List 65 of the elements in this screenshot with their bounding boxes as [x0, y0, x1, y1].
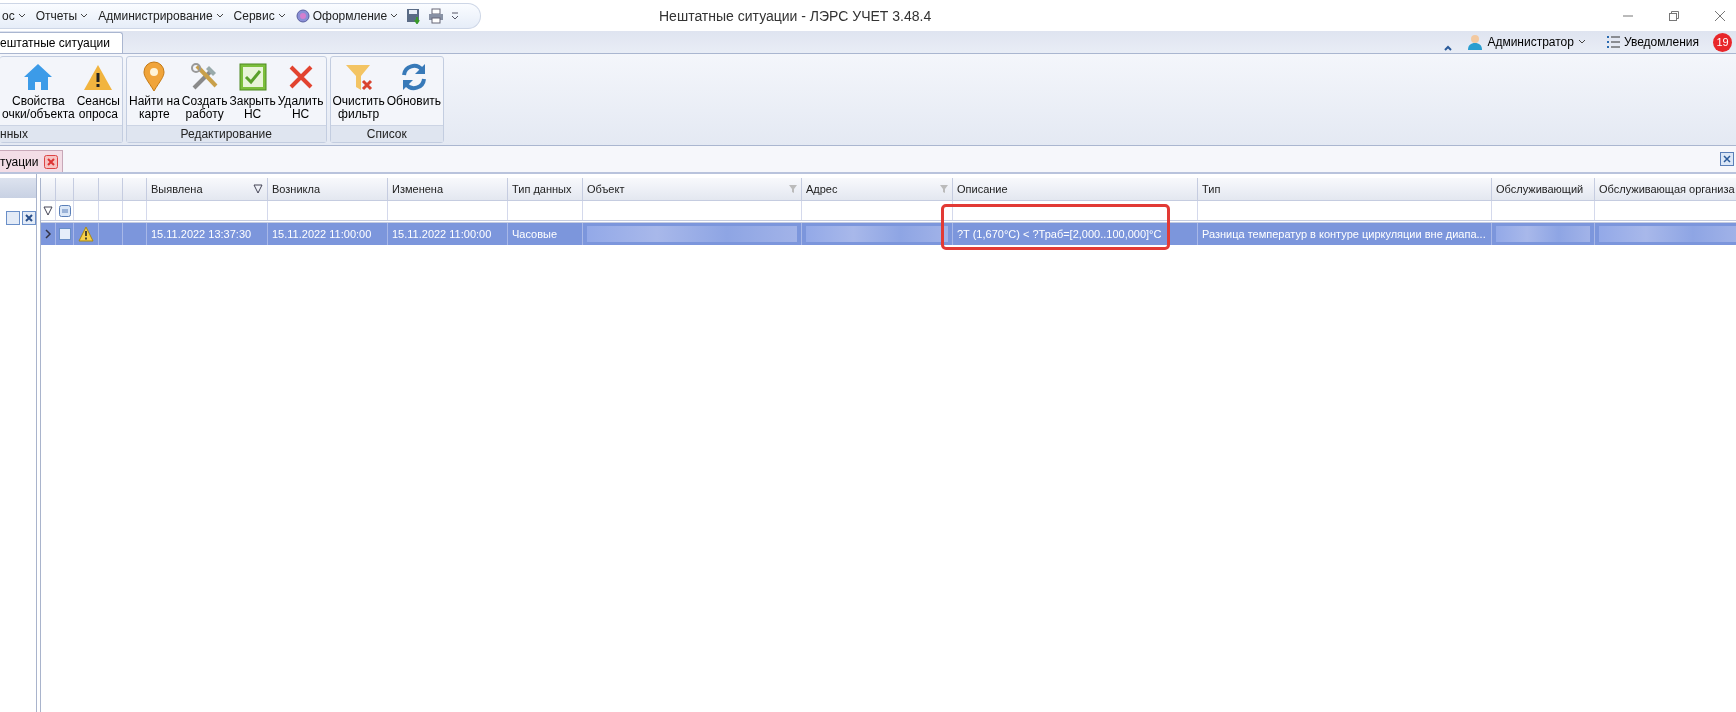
restore-icon[interactable]	[1668, 9, 1680, 22]
checkbox-icon	[236, 61, 269, 93]
list-icon	[1605, 35, 1620, 49]
chevron-icon	[1577, 39, 1586, 45]
customize-icon[interactable]	[450, 10, 461, 21]
user-icon	[1467, 34, 1484, 50]
ribbon-button[interactable]: Создать работу	[181, 59, 228, 123]
column-header[interactable]: Описание	[953, 178, 1198, 200]
table-cell: Часовые	[508, 223, 583, 245]
theme-icon	[295, 8, 310, 23]
print-icon[interactable]	[428, 7, 445, 24]
menu-item[interactable]: Оформление	[293, 8, 401, 23]
ribbon-button[interactable]: Обновить	[386, 59, 442, 123]
notification-count: 19	[1713, 32, 1732, 52]
collapse-ribbon-icon[interactable]	[1443, 43, 1454, 53]
group-label: Редактирование	[126, 125, 326, 142]
group-label: Список	[330, 125, 444, 142]
group-label: нных	[0, 125, 122, 142]
sort-icon	[253, 184, 263, 194]
ribbon-button[interactable]: Найти на карте	[128, 59, 180, 123]
ribbon-button[interactable]: Удалить НС	[277, 59, 324, 123]
filter-icon[interactable]	[43, 205, 53, 216]
ribbon-button[interactable]: Очистить фильтр	[332, 59, 385, 123]
ribbon-button[interactable]: Сеансы опроса	[76, 59, 120, 123]
save-icon[interactable]	[406, 7, 423, 24]
chevron-icon	[277, 12, 286, 19]
column-header[interactable]: Адрес	[802, 178, 953, 200]
row-pointer-icon	[43, 229, 53, 239]
filter-editor-icon[interactable]	[58, 204, 71, 217]
filter-icon	[789, 185, 797, 193]
column-header[interactable]: Обслуживающий	[1492, 178, 1595, 200]
document-tab[interactable]: туации	[0, 150, 64, 172]
notifications-button[interactable]: Уведомления	[1599, 32, 1705, 52]
column-header[interactable]: Тип данных	[508, 178, 583, 200]
column-header[interactable]: Возникла	[268, 178, 388, 200]
menu-item[interactable]: ос	[0, 8, 28, 23]
close-icon[interactable]	[44, 154, 59, 169]
user-menu[interactable]: Администратор	[1461, 32, 1592, 52]
ribbon-button[interactable]: Закрыть НС	[229, 59, 276, 123]
column-header[interactable]: Тип	[1198, 178, 1492, 200]
panel-header	[0, 178, 36, 198]
chevron-icon	[17, 12, 26, 19]
ribbon-button[interactable]: Свойства очки/объекта	[2, 59, 75, 123]
chevron-icon	[390, 12, 399, 19]
chevron-icon	[80, 12, 89, 19]
column-header[interactable]: Обслуживающая организа	[1595, 178, 1736, 200]
panel-icon[interactable]	[1720, 152, 1734, 166]
chevron-icon	[215, 12, 224, 19]
column-header[interactable]: Изменена	[388, 178, 508, 200]
row-icon	[58, 228, 71, 240]
menu-item[interactable]: Администрирование	[96, 8, 226, 23]
ribbon-tab[interactable]: ештатные ситуации	[0, 32, 123, 53]
menu-item[interactable]: Сервис	[231, 8, 288, 23]
close-icon[interactable]	[22, 211, 36, 225]
column-header[interactable]: Объект	[583, 178, 802, 200]
close-icon[interactable]	[1714, 9, 1726, 22]
menu-item[interactable]: Отчеты	[33, 8, 91, 23]
table-cell: 15.11.2022 11:00:00	[268, 223, 388, 245]
table-cell: 15.11.2022 13:37:30	[147, 223, 268, 245]
column-header[interactable]: Выявлена	[147, 178, 268, 200]
table-cell: ?T (1,670°C) < ?Траб=[2,000..100,000]°C	[953, 223, 1198, 245]
filter-icon	[940, 185, 948, 193]
table-cell: Разница температур в контуре циркуляции вне диапа...	[1198, 223, 1492, 245]
table-cell: 15.11.2022 11:00:00	[388, 223, 508, 245]
window-title: Нештатные ситуации - ЛЭРС УЧЕТ 3.48.4	[659, 8, 932, 24]
